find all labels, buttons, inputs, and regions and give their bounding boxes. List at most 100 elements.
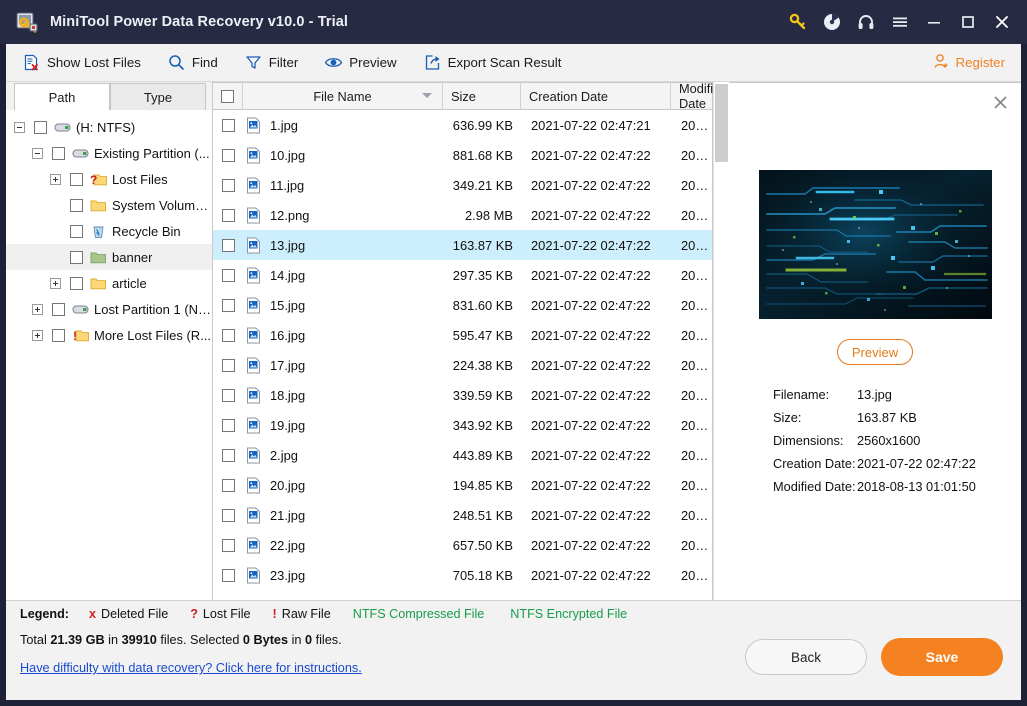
row-checkbox[interactable] bbox=[221, 328, 235, 342]
disc-icon[interactable] bbox=[815, 2, 849, 42]
row-checkbox[interactable] bbox=[221, 118, 235, 132]
row-checkbox-cell[interactable] bbox=[213, 448, 243, 462]
row-checkbox[interactable] bbox=[221, 208, 235, 222]
row-checkbox-cell[interactable] bbox=[213, 358, 243, 372]
register-button[interactable]: Register bbox=[933, 53, 1005, 73]
table-row[interactable]: 14.jpg 297.35 KB 2021-07-22 02:47:22 2018-0… bbox=[213, 260, 712, 290]
scrollbar-thumb[interactable] bbox=[715, 84, 728, 162]
select-all-box[interactable] bbox=[221, 89, 234, 103]
row-checkbox[interactable] bbox=[221, 388, 235, 402]
table-row[interactable]: 12.png 2.98 MB 2021-07-22 02:47:22 2018-08-… bbox=[213, 200, 712, 230]
file-list-scrollbar[interactable] bbox=[713, 82, 729, 600]
table-row[interactable]: 22.jpg 657.50 KB 2021-07-22 02:47:22 2018-0… bbox=[213, 530, 712, 560]
preview-button[interactable]: Preview bbox=[324, 49, 397, 77]
save-button[interactable]: Save bbox=[881, 638, 1003, 676]
tree-expander-toggle[interactable] bbox=[50, 277, 61, 289]
row-checkbox[interactable] bbox=[221, 358, 235, 372]
row-checkbox[interactable] bbox=[221, 448, 235, 462]
table-row[interactable]: 10.jpg 881.68 KB 2021-07-22 02:47:22 2018-0… bbox=[213, 140, 712, 170]
tree-expander-toggle[interactable] bbox=[32, 147, 43, 159]
table-row[interactable]: 15.jpg 831.60 KB 2021-07-22 02:47:22 2018-0… bbox=[213, 290, 712, 320]
tree-item-article[interactable]: article bbox=[6, 270, 212, 296]
tree-item-more-lost-files-r[interactable]: ! More Lost Files (R... bbox=[6, 322, 212, 348]
row-checkbox[interactable] bbox=[221, 238, 235, 252]
row-checkbox[interactable] bbox=[221, 478, 235, 492]
table-row[interactable]: 21.jpg 248.51 KB 2021-07-22 02:47:22 2018-0… bbox=[213, 500, 712, 530]
tree-item-checkbox[interactable] bbox=[52, 146, 65, 160]
row-checkbox-cell[interactable] bbox=[213, 268, 243, 282]
export-scan-result-button[interactable]: Export Scan Result bbox=[423, 49, 561, 77]
directory-tree[interactable]: (H: NTFS) Existing Partition (...? Lost Fi… bbox=[6, 110, 212, 600]
tree-item-checkbox[interactable] bbox=[70, 172, 83, 186]
row-checkbox[interactable] bbox=[221, 148, 235, 162]
tree-expander-toggle[interactable] bbox=[32, 303, 43, 315]
row-checkbox-cell[interactable] bbox=[213, 538, 243, 552]
row-checkbox-cell[interactable] bbox=[213, 568, 243, 582]
table-row[interactable]: 11.jpg 349.21 KB 2021-07-22 02:47:22 2018-0… bbox=[213, 170, 712, 200]
tree-item-checkbox[interactable] bbox=[52, 302, 65, 316]
tree-item-recycle-bin[interactable]: Recycle Bin bbox=[6, 218, 212, 244]
file-list-rows[interactable]: 1.jpg 636.99 KB 2021-07-22 02:47:21 2018-07… bbox=[213, 110, 712, 600]
row-checkbox-cell[interactable] bbox=[213, 478, 243, 492]
minimize-button[interactable] bbox=[917, 2, 951, 42]
tree-expander-toggle[interactable] bbox=[32, 329, 43, 341]
filter-button[interactable]: Filter bbox=[244, 49, 298, 77]
row-checkbox[interactable] bbox=[221, 508, 235, 522]
find-button[interactable]: Find bbox=[167, 49, 218, 77]
tree-item-checkbox[interactable] bbox=[70, 198, 83, 212]
close-icon[interactable] bbox=[991, 93, 1009, 111]
table-row[interactable]: 17.jpg 224.38 KB 2021-07-22 02:47:22 2018-0… bbox=[213, 350, 712, 380]
tree-item-existing-partition[interactable]: Existing Partition (... bbox=[6, 140, 212, 166]
row-checkbox[interactable] bbox=[221, 418, 235, 432]
tree-item-checkbox[interactable] bbox=[70, 224, 83, 238]
row-checkbox[interactable] bbox=[221, 538, 235, 552]
table-row[interactable]: 20.jpg 194.85 KB 2021-07-22 02:47:22 2018-0… bbox=[213, 470, 712, 500]
tree-item-system-volume[interactable]: System Volume... bbox=[6, 192, 212, 218]
back-button[interactable]: Back bbox=[745, 639, 867, 675]
row-checkbox-cell[interactable] bbox=[213, 328, 243, 342]
row-checkbox-cell[interactable] bbox=[213, 298, 243, 312]
row-checkbox-cell[interactable] bbox=[213, 148, 243, 162]
tree-item-h-ntfs[interactable]: (H: NTFS) bbox=[6, 114, 212, 140]
row-checkbox-cell[interactable] bbox=[213, 388, 243, 402]
table-row[interactable]: 13.jpg 163.87 KB 2021-07-22 02:47:22 2018-0… bbox=[213, 230, 712, 260]
tree-item-checkbox[interactable] bbox=[34, 120, 47, 134]
column-header-size[interactable]: Size bbox=[443, 82, 521, 110]
table-row[interactable]: 18.jpg 339.59 KB 2021-07-22 02:47:22 2018-0… bbox=[213, 380, 712, 410]
row-checkbox-cell[interactable] bbox=[213, 508, 243, 522]
headphones-icon[interactable] bbox=[849, 2, 883, 42]
row-checkbox[interactable] bbox=[221, 268, 235, 282]
tree-item-banner[interactable]: banner bbox=[6, 244, 212, 270]
maximize-button[interactable] bbox=[951, 2, 985, 42]
tree-item-checkbox[interactable] bbox=[52, 328, 65, 342]
show-lost-files-button[interactable]: Show Lost Files bbox=[22, 49, 141, 77]
table-row[interactable]: 23.jpg 705.18 KB 2021-07-22 02:47:22 2018-0… bbox=[213, 560, 712, 590]
tree-item-lost-files[interactable]: ? Lost Files bbox=[6, 166, 212, 192]
close-button[interactable] bbox=[985, 2, 1019, 42]
tree-expander-toggle[interactable] bbox=[14, 121, 25, 133]
select-all-checkbox[interactable] bbox=[213, 82, 243, 110]
key-icon[interactable] bbox=[781, 2, 815, 42]
table-row[interactable]: 2.jpg 443.89 KB 2021-07-22 02:47:22 2018-07… bbox=[213, 440, 712, 470]
table-row[interactable]: 16.jpg 595.47 KB 2021-07-22 02:47:22 2018-0… bbox=[213, 320, 712, 350]
help-link[interactable]: Have difficulty with data recovery? Clic… bbox=[20, 661, 362, 675]
tree-item-checkbox[interactable] bbox=[70, 250, 83, 264]
row-checkbox[interactable] bbox=[221, 298, 235, 312]
row-checkbox-cell[interactable] bbox=[213, 118, 243, 132]
tree-item-checkbox[interactable] bbox=[70, 276, 83, 290]
tree-expander-toggle[interactable] bbox=[50, 173, 61, 185]
row-checkbox[interactable] bbox=[221, 568, 235, 582]
tree-item-lost-partition-1-nt[interactable]: Lost Partition 1 (NT... bbox=[6, 296, 212, 322]
tab-path[interactable]: Path bbox=[14, 83, 110, 110]
table-row[interactable]: 19.jpg 343.92 KB 2021-07-22 02:47:22 2018-0… bbox=[213, 410, 712, 440]
column-header-creation-date[interactable]: Creation Date bbox=[521, 82, 671, 110]
table-row[interactable]: 1.jpg 636.99 KB 2021-07-22 02:47:21 2018-07… bbox=[213, 110, 712, 140]
row-checkbox[interactable] bbox=[221, 178, 235, 192]
row-checkbox-cell[interactable] bbox=[213, 418, 243, 432]
row-checkbox-cell[interactable] bbox=[213, 178, 243, 192]
row-checkbox-cell[interactable] bbox=[213, 238, 243, 252]
tab-type[interactable]: Type bbox=[110, 83, 206, 110]
column-header-file-name[interactable]: File Name bbox=[243, 82, 443, 110]
preview-action-button[interactable]: Preview bbox=[837, 339, 913, 365]
row-checkbox-cell[interactable] bbox=[213, 208, 243, 222]
